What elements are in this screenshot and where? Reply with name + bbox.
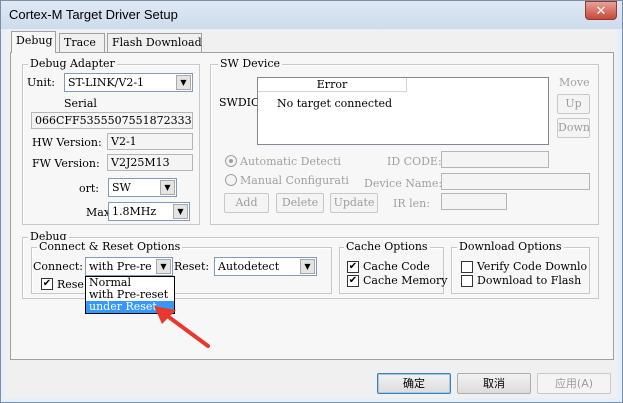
- automatic-detection-label: Automatic Detecti: [240, 155, 342, 168]
- reset-after-connect-label: Rese: [57, 278, 84, 291]
- window-title: Cortex-M Target Driver Setup: [9, 7, 178, 22]
- move-label: Move: [559, 76, 590, 89]
- cancel-button[interactable]: 取消: [457, 373, 531, 394]
- manual-configuration-radio[interactable]: [225, 174, 237, 186]
- chevron-down-icon: ▼: [300, 259, 315, 274]
- verify-code-download-label: Verify Code Downlo: [477, 260, 588, 273]
- cache-code-label: Cache Code: [363, 260, 430, 273]
- chevron-down-icon: ▼: [176, 75, 191, 90]
- connect-select-value: with Pre-re: [89, 260, 152, 273]
- chevron-down-icon: ▼: [156, 259, 171, 274]
- swdio-label: SWDIO: [219, 96, 261, 109]
- device-name-field[interactable]: [441, 173, 590, 190]
- close-button[interactable]: ✕: [585, 1, 617, 20]
- fw-version-field: V2J25M13: [107, 154, 193, 171]
- debug-adapter-group-label: Debug Adapter: [28, 57, 117, 70]
- manual-configuration-label: Manual Configurati: [240, 174, 349, 187]
- table-header-error: Error: [258, 78, 407, 92]
- reset-select-value: Autodetect: [218, 260, 280, 273]
- ir-len-label: IR len:: [393, 197, 430, 210]
- connect-label: Connect:: [33, 260, 84, 273]
- unit-label: Unit:: [27, 76, 55, 89]
- download-to-flash-label: Download to Flash: [477, 274, 582, 287]
- unit-select[interactable]: ST-LINK/V2-1 ▼: [64, 73, 193, 92]
- automatic-detection-radio[interactable]: [225, 155, 237, 167]
- id-code-field[interactable]: [441, 151, 549, 168]
- update-button[interactable]: Update: [330, 193, 378, 213]
- port-select-value: SW: [112, 181, 131, 194]
- port-label: ort:: [79, 182, 100, 195]
- serial-field: 066CFF535550755187233325: [31, 112, 193, 129]
- tab-flash-download[interactable]: Flash Download: [107, 33, 202, 52]
- id-code-label: ID CODE:: [387, 155, 442, 168]
- port-select[interactable]: SW ▼: [108, 178, 177, 197]
- tab-debug[interactable]: Debug: [11, 31, 56, 53]
- max-clock-select[interactable]: 1.8MHz ▼: [108, 202, 190, 221]
- title-bar[interactable]: Cortex-M Target Driver Setup: [1, 1, 622, 29]
- device-name-label: Device Name:: [364, 177, 443, 190]
- max-clock-label: Max: [86, 206, 111, 219]
- cache-options-group-label: Cache Options: [344, 240, 430, 253]
- apply-button[interactable]: 应用(A): [537, 373, 611, 394]
- table-row: No target connected: [277, 97, 393, 110]
- verify-code-download-checkbox[interactable]: [461, 261, 473, 273]
- cache-memory-label: Cache Memory: [363, 274, 448, 287]
- hw-version-label: HW Version:: [32, 136, 102, 149]
- connect-reset-group-label: Connect & Reset Options: [37, 240, 183, 253]
- reset-select[interactable]: Autodetect ▼: [214, 257, 317, 276]
- unit-select-value: ST-LINK/V2-1: [68, 76, 145, 89]
- annotation-arrow-icon: [154, 306, 210, 348]
- reset-label: Reset:: [174, 260, 210, 273]
- reset-after-connect-checkbox[interactable]: ✔: [41, 278, 53, 290]
- serial-label: Serial: [64, 97, 97, 110]
- cache-code-checkbox[interactable]: ✔: [347, 261, 359, 273]
- cache-memory-checkbox[interactable]: ✔: [347, 275, 359, 287]
- max-clock-value: 1.8MHz: [112, 205, 157, 218]
- fw-version-label: FW Version:: [32, 157, 100, 170]
- tab-trace[interactable]: Trace: [59, 33, 105, 52]
- move-down-button[interactable]: Down: [557, 118, 590, 138]
- download-to-flash-checkbox[interactable]: [461, 275, 473, 287]
- chevron-down-icon: ▼: [160, 180, 175, 195]
- add-button[interactable]: Add: [224, 193, 269, 213]
- delete-button[interactable]: Delete: [276, 193, 324, 213]
- ok-button[interactable]: 确定: [377, 373, 451, 394]
- ir-len-field[interactable]: [441, 193, 507, 210]
- sw-device-group-label: SW Device: [218, 57, 283, 70]
- hw-version-field: V2-1: [107, 133, 193, 150]
- move-up-button[interactable]: Up: [557, 94, 590, 114]
- connect-select[interactable]: with Pre-re ▼: [85, 257, 173, 276]
- chevron-down-icon: ▼: [173, 204, 188, 219]
- download-options-group-label: Download Options: [457, 240, 564, 253]
